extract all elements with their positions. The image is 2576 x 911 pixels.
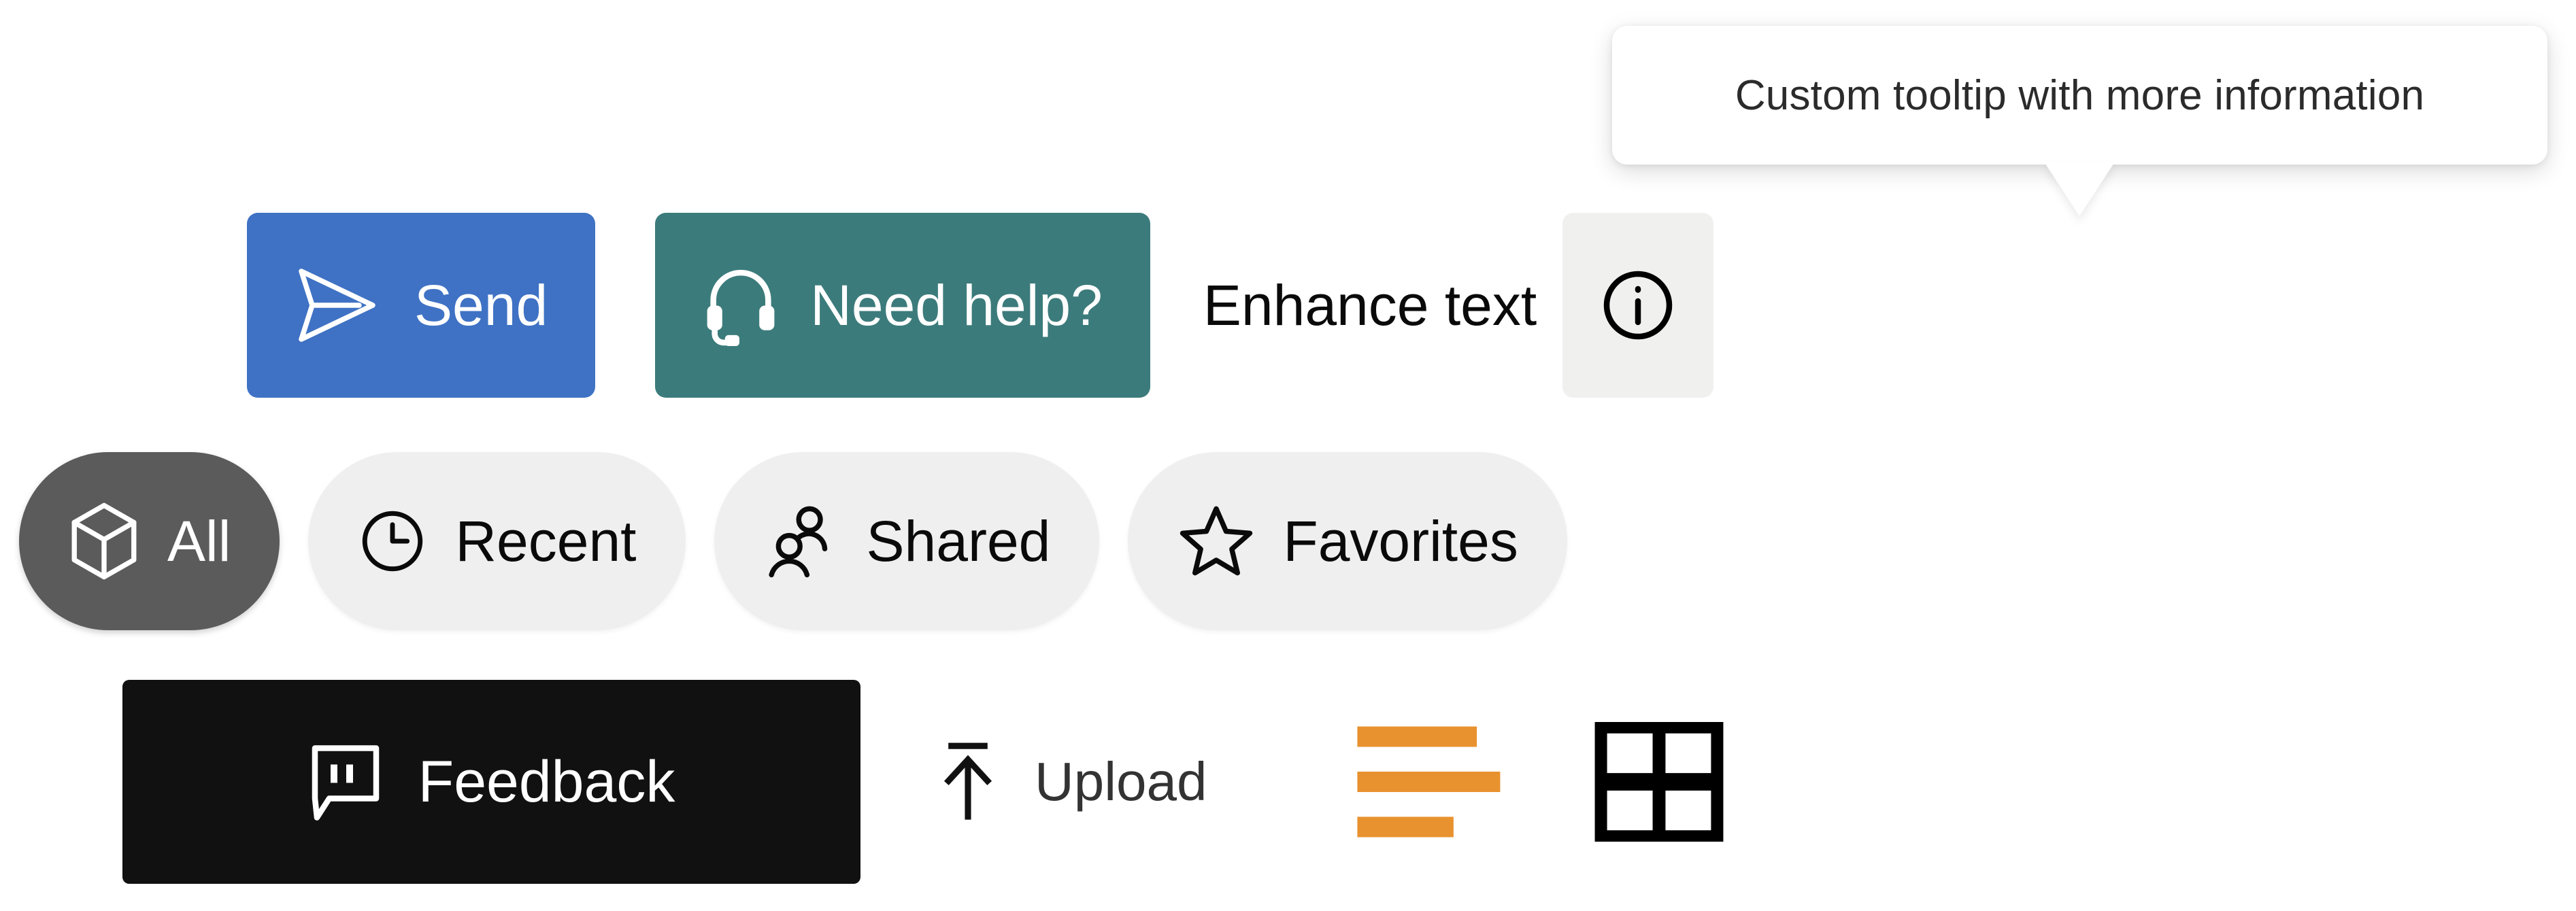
- headset-icon: [703, 262, 779, 348]
- need-help-button[interactable]: Need help?: [655, 213, 1150, 398]
- primary-action-row: Send Need help? Enhance text: [247, 213, 1714, 398]
- filter-pill-recent[interactable]: Recent: [308, 452, 686, 630]
- feedback-button[interactable]: Feedback: [122, 680, 860, 884]
- feedback-button-label: Feedback: [418, 749, 675, 814]
- filter-pill-shared-label: Shared: [866, 509, 1051, 573]
- info-button[interactable]: [1562, 213, 1714, 398]
- filter-pill-row: All Recent Shared Favorites: [19, 452, 1567, 630]
- grid-four-squares-icon: [1594, 722, 1724, 842]
- filter-pill-shared[interactable]: Shared: [714, 452, 1100, 630]
- upload-button-label: Upload: [1035, 751, 1207, 812]
- filter-pill-favorites[interactable]: Favorites: [1128, 452, 1567, 630]
- star-icon: [1177, 503, 1256, 579]
- arrow-up-to-line-icon: [935, 738, 1001, 826]
- people-icon: [763, 503, 839, 579]
- bottom-action-row: Feedback Upload: [122, 680, 1727, 884]
- clock-icon: [357, 504, 428, 579]
- filter-pill-favorites-label: Favorites: [1283, 509, 1518, 573]
- grid-view-button[interactable]: [1591, 680, 1727, 884]
- cube-icon: [68, 501, 140, 581]
- need-help-button-label: Need help?: [810, 273, 1103, 337]
- send-button-label: Send: [414, 273, 548, 337]
- speech-bubble-quote-icon: [308, 742, 383, 821]
- tooltip: Custom tooltip with more information: [1612, 26, 2547, 165]
- send-button[interactable]: Send: [247, 213, 596, 398]
- tooltip-arrow-icon: [2044, 162, 2115, 216]
- upload-button[interactable]: Upload: [935, 680, 1207, 884]
- tooltip-text: Custom tooltip with more information: [1735, 71, 2425, 119]
- list-lines-icon: [1356, 721, 1534, 843]
- send-icon: [295, 264, 383, 346]
- filter-pill-all-label: All: [167, 509, 231, 573]
- filter-pill-all[interactable]: All: [19, 452, 280, 630]
- list-view-button[interactable]: [1353, 680, 1537, 884]
- filter-pill-recent-label: Recent: [455, 509, 637, 573]
- info-circle-icon: [1597, 264, 1679, 346]
- enhance-text-label: Enhance text: [1203, 273, 1537, 337]
